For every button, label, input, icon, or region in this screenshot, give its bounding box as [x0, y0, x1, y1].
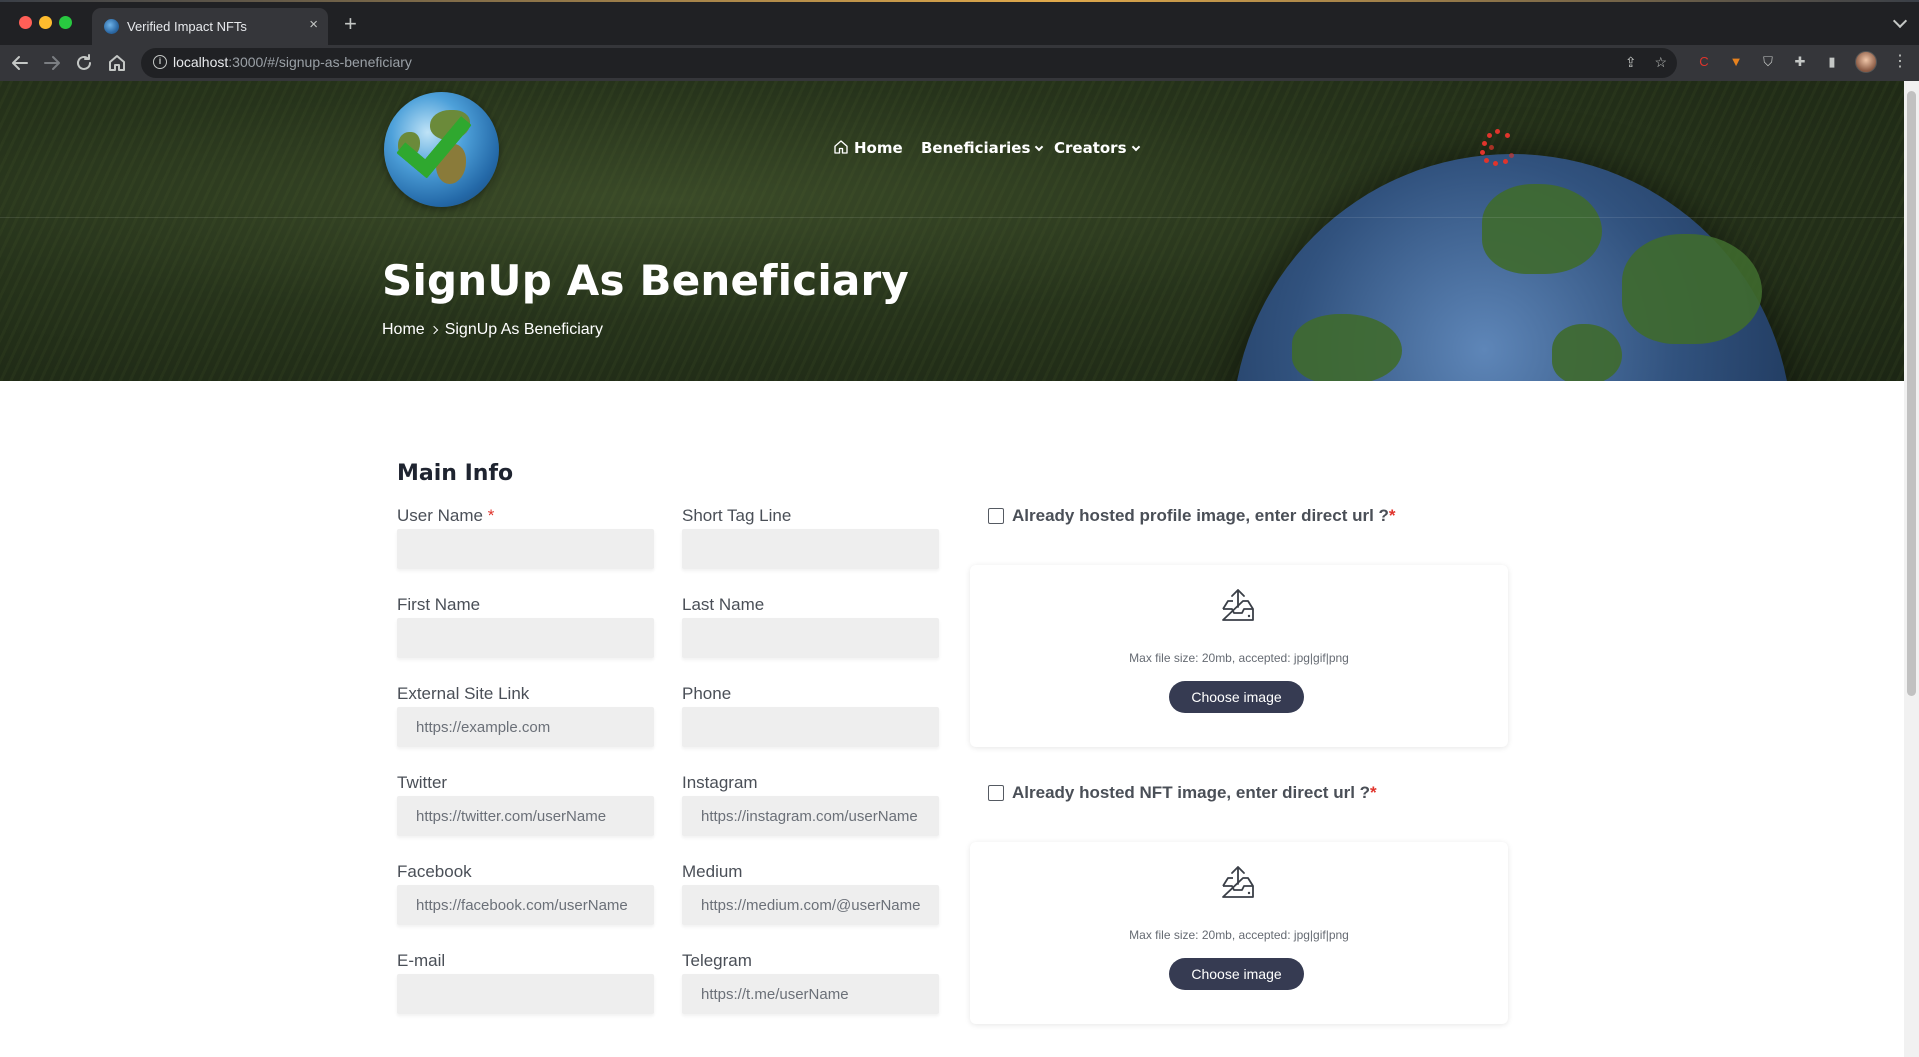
browser-menu-icon[interactable]: ⋮	[1892, 52, 1908, 72]
required-mark: *	[487, 506, 495, 525]
required-mark: *	[1388, 506, 1396, 525]
telegram-input[interactable]	[682, 974, 939, 1014]
shield-extension-icon[interactable]: ⛉	[1759, 53, 1777, 71]
home-icon[interactable]	[105, 51, 129, 75]
tagline-input[interactable]	[682, 529, 939, 569]
nav-home[interactable]: Home	[854, 139, 903, 157]
tagline-label: Short Tag Line	[682, 506, 792, 525]
medium-label: Medium	[682, 862, 743, 881]
facebook-input[interactable]	[397, 885, 654, 925]
first-name-input[interactable]	[397, 618, 654, 658]
telegram-label: Telegram	[682, 951, 752, 970]
page-hero: Home Beneficiaries Creators SignUp As Be…	[0, 81, 1904, 381]
nft-image-hosted-text: Already hosted NFT image, enter direct u…	[1012, 783, 1371, 802]
red-c-extension-icon[interactable]: C	[1695, 53, 1713, 71]
site-info-icon[interactable]: i	[153, 55, 167, 69]
back-arrow-icon[interactable]	[8, 51, 32, 75]
required-mark: *	[1370, 783, 1377, 802]
last-name-input[interactable]	[682, 618, 939, 658]
bookmark-star-icon[interactable]: ☆	[1654, 54, 1667, 70]
nft-image-upload-card[interactable]: Max file size: 20mb, accepted: jpg|gif|p…	[970, 842, 1508, 1024]
browser-toolbar: i localhost:3000/#/signup-as-beneficiary…	[0, 45, 1919, 81]
profile-image-hosted-label[interactable]: Already hosted profile image, enter dire…	[1012, 506, 1396, 526]
last-name-label: Last Name	[682, 595, 765, 614]
nav-beneficiaries[interactable]: Beneficiaries	[921, 139, 1044, 157]
nft-choose-image-button[interactable]: Choose image	[1169, 958, 1304, 990]
nav-creators-label: Creators	[1054, 139, 1127, 157]
fox-extension-icon[interactable]: ▼	[1727, 53, 1745, 71]
window-close-button[interactable]	[19, 16, 32, 29]
side-panel-icon[interactable]: ▮	[1823, 53, 1841, 71]
breadcrumb-home[interactable]: Home	[382, 321, 425, 338]
page-title: SignUp As Beneficiary	[382, 256, 910, 305]
instagram-label: Instagram	[682, 773, 758, 792]
username-label-text: User Name	[397, 506, 483, 525]
profile-image-upload-card[interactable]: Max file size: 20mb, accepted: jpg|gif|p…	[970, 565, 1508, 747]
twitter-label: Twitter	[397, 773, 448, 792]
chrome-accent-line	[0, 0, 1919, 2]
new-tab-button[interactable]: +	[344, 13, 357, 35]
twitter-input[interactable]	[397, 796, 654, 836]
breadcrumb-current: SignUp As Beneficiary	[444, 321, 603, 338]
facebook-label: Facebook	[397, 862, 472, 881]
url-host: localhost	[173, 54, 229, 70]
phone-label: Phone	[682, 684, 732, 703]
url-text: localhost:3000/#/signup-as-beneficiary	[173, 54, 412, 70]
address-bar[interactable]: i localhost:3000/#/signup-as-beneficiary…	[141, 48, 1677, 78]
earth-favicon-icon	[104, 19, 119, 34]
external-site-input[interactable]	[397, 707, 654, 747]
email-input[interactable]	[397, 974, 654, 1014]
scrollbar-thumb[interactable]	[1907, 91, 1916, 696]
forward-arrow-icon[interactable]	[40, 51, 64, 75]
window-minimize-button[interactable]	[39, 16, 52, 29]
address-bar-actions: ⇪ ☆	[1611, 54, 1667, 71]
profile-image-hosted-checkbox[interactable]	[988, 508, 1004, 524]
tab-search-chevron-icon[interactable]	[1892, 13, 1908, 29]
tab-title: Verified Impact NFTs	[127, 19, 247, 34]
first-name-label: First Name	[397, 595, 481, 614]
reload-icon[interactable]	[72, 51, 96, 75]
profile-choose-image-button[interactable]: Choose image	[1169, 681, 1304, 713]
site-logo[interactable]	[384, 92, 499, 207]
nav-beneficiaries-label: Beneficiaries	[921, 139, 1031, 157]
medium-input[interactable]	[682, 885, 939, 925]
page-scrollbar[interactable]	[1904, 81, 1919, 1057]
username-label: User Name *	[397, 506, 494, 526]
nft-image-hosted-label[interactable]: Already hosted NFT image, enter direct u…	[1012, 783, 1377, 803]
spinner-icon	[1479, 129, 1515, 166]
browser-tab[interactable]: Verified Impact NFTs ×	[92, 8, 328, 45]
nft-image-hint: Max file size: 20mb, accepted: jpg|gif|p…	[1129, 928, 1349, 942]
inbox-upload-icon	[1219, 587, 1257, 625]
chevron-right-icon	[429, 325, 438, 335]
window-zoom-button[interactable]	[59, 16, 72, 29]
browser-chrome: Verified Impact NFTs × + i localhost:300…	[0, 0, 1919, 81]
profile-avatar[interactable]	[1855, 51, 1877, 73]
nft-image-hosted-checkbox[interactable]	[988, 785, 1004, 801]
tab-close-icon[interactable]: ×	[309, 16, 318, 34]
external-site-label: External Site Link	[397, 684, 530, 703]
nav-creators[interactable]: Creators	[1054, 139, 1140, 157]
section-title-main-info: Main Info	[397, 461, 514, 486]
chevron-down-icon	[1035, 142, 1044, 152]
chevron-down-icon	[1131, 142, 1140, 152]
username-input[interactable]	[397, 529, 654, 569]
email-label: E-mail	[397, 951, 446, 970]
share-icon[interactable]: ⇪	[1625, 54, 1637, 70]
url-path: :3000/#/signup-as-beneficiary	[228, 54, 412, 70]
phone-input[interactable]	[682, 707, 939, 747]
inbox-upload-icon	[1219, 864, 1257, 902]
puzzle-extensions-icon[interactable]: ✚	[1791, 53, 1809, 71]
profile-image-hint: Max file size: 20mb, accepted: jpg|gif|p…	[1129, 651, 1349, 665]
breadcrumb: Home SignUp As Beneficiary	[382, 321, 603, 339]
instagram-input[interactable]	[682, 796, 939, 836]
header-divider	[0, 217, 1904, 218]
profile-image-hosted-text: Already hosted profile image, enter dire…	[1012, 506, 1389, 525]
nav-home-icon[interactable]	[832, 138, 850, 161]
